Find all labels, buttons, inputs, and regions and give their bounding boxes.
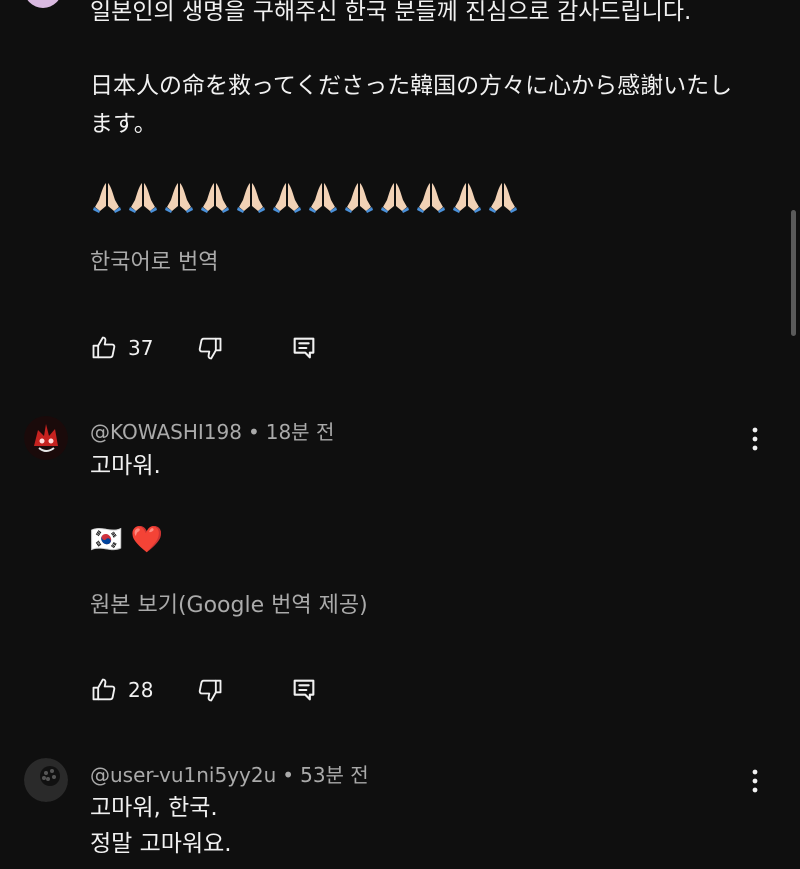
comment-time: 53분 전: [300, 763, 369, 787]
separator-dot: •: [282, 763, 295, 787]
author-handle[interactable]: @user-vu1ni5yy2u: [90, 763, 276, 787]
more-options-button[interactable]: [745, 426, 765, 456]
like-count: 37: [128, 336, 154, 360]
praying-hands-emoji: [453, 183, 481, 213]
translate-link[interactable]: 한국어로 번역: [90, 244, 218, 276]
comment-text-line: 정말 고마워요.: [90, 831, 232, 857]
praying-hands-emoji: [93, 183, 121, 213]
author-handle[interactable]: @KOWASHI198: [90, 420, 242, 444]
commenter-avatar[interactable]: [24, 758, 68, 802]
reply-button[interactable]: [290, 334, 318, 362]
thumbs-down-icon: [198, 337, 222, 360]
praying-hands-emoji: [273, 183, 301, 213]
praying-hands-emoji: [489, 183, 517, 213]
reply-button[interactable]: [290, 676, 318, 704]
avatar-image: [24, 416, 68, 460]
like-button[interactable]: 37: [90, 334, 153, 362]
thumbs-down-icon: [198, 679, 222, 702]
praying-hands-emoji: [309, 183, 337, 213]
praying-hands-emoji: [129, 183, 157, 213]
comment-time: 18분 전: [265, 420, 335, 444]
scrollbar-thumb[interactable]: [791, 210, 796, 336]
praying-hands-emoji: [345, 183, 373, 213]
avatar-image: [24, 758, 68, 802]
reply-comment-icon: [293, 337, 315, 359]
praying-hands-emoji: [417, 183, 445, 213]
comment-meta: @KOWASHI198 • 18분 전: [90, 416, 334, 445]
like-count: 28: [128, 678, 154, 702]
prayer-emoji-row: [90, 180, 520, 214]
reply-comment-icon: [293, 679, 315, 701]
praying-hands-emoji: [237, 183, 265, 213]
like-button[interactable]: 28: [90, 676, 153, 704]
commenter-avatar[interactable]: [24, 416, 68, 460]
praying-hands-emoji: [381, 183, 409, 213]
more-vert-icon: [752, 427, 758, 451]
comment-meta: @user-vu1ni5yy2u • 53분 전: [90, 759, 369, 788]
view-original-link[interactable]: 원본 보기(Google 번역 제공): [90, 587, 368, 619]
comment-text-line: 고마워.: [90, 453, 161, 479]
praying-hands-emoji: [201, 183, 229, 213]
more-vert-icon: [752, 769, 758, 793]
separator-dot: •: [247, 420, 260, 444]
commenter-avatar[interactable]: [24, 0, 62, 8]
comment-emoji-line: 🇰🇷 ❤️: [90, 525, 164, 555]
comment-text-line: 일본인의 생명을 구해주신 한국 분들께 진심으로 감사드립니다.: [90, 0, 692, 25]
comment-text-line: 日本人の命を救ってくださった韓国の方々に心から感謝いたし: [90, 73, 733, 99]
dislike-button[interactable]: [196, 334, 224, 362]
praying-hands-emoji: [165, 183, 193, 213]
more-options-button[interactable]: [745, 768, 765, 798]
thumbs-up-icon: [92, 336, 116, 359]
dislike-button[interactable]: [196, 676, 224, 704]
thumbs-up-icon: [92, 678, 116, 701]
comment-text-line: 고마워, 한국.: [90, 795, 218, 821]
comment-text-line: ます。: [90, 111, 157, 137]
